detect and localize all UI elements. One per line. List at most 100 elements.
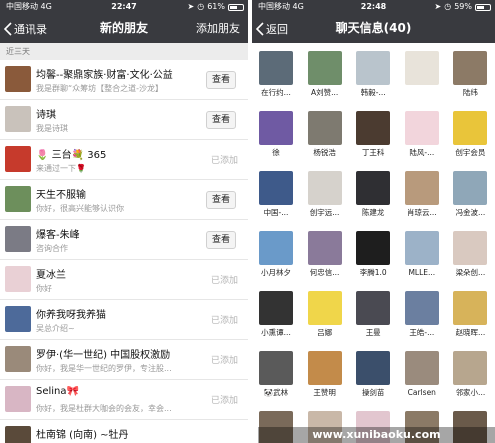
group-member[interactable]: 🐼武林 — [256, 351, 296, 397]
group-member[interactable]: 杨锐浩 — [305, 111, 345, 157]
back-label: 返回 — [266, 22, 288, 36]
member-avatar — [356, 291, 391, 325]
request-name: 夏冰兰 — [36, 270, 66, 281]
battery-indicator: ➤ ◷ 61% — [188, 0, 244, 14]
group-member[interactable]: 邻家小... — [450, 351, 490, 397]
request-name: 🌷 三台💐 365 — [36, 150, 107, 161]
view-button[interactable]: 查看 — [206, 71, 236, 89]
friend-request-row[interactable]: 诗琪 我是诗琪 查看 — [0, 100, 248, 140]
friend-request-row[interactable]: Selina🎀 你好，我是杜群大咖会的会友，幸会... 已添加 — [0, 380, 248, 420]
group-member[interactable]: 王赞明 — [305, 351, 345, 397]
member-name: 中国-... — [263, 208, 289, 217]
request-message: 你好 — [36, 284, 52, 293]
group-member[interactable]: Carlsen — [402, 351, 442, 397]
member-avatar — [404, 51, 439, 85]
request-message: 我是诗琪 — [36, 124, 68, 133]
group-member[interactable]: 陆风-... — [402, 111, 442, 157]
alarm-icon: ◷ — [444, 2, 452, 11]
member-name: 王皓-... — [409, 328, 435, 337]
member-name: A刘赞... — [310, 88, 339, 97]
nav-bar: 通讯录 新的朋友 添加朋友 — [0, 14, 248, 43]
member-name: 肖琼云... — [406, 208, 437, 217]
group-member[interactable]: A刘赞... — [305, 51, 345, 97]
request-name: 爆客-朱峰 — [36, 230, 80, 241]
friend-request-list: 均馨--聚鼎家族·财富·文化·公益 我是群聊“众筹坊【整合之道-沙龙】 查看 诗琪 我是… — [0, 60, 248, 443]
group-member[interactable]: 李腾1.0 — [353, 231, 393, 277]
group-member[interactable]: 陆纬 — [450, 51, 490, 97]
member-name: 王曼 — [365, 328, 381, 337]
member-name: 徐 — [272, 148, 280, 157]
member-name: 王赞明 — [313, 388, 336, 397]
friend-request-row[interactable]: 天生不服输 你好，很高兴能够认识你 查看 — [0, 180, 248, 220]
friend-request-row[interactable]: 爆客-朱峰咨询合作 查看 — [0, 220, 248, 260]
status-bar: 中国移动 4G 22:47 ➤ ◷ 61% — [0, 0, 248, 14]
view-button[interactable]: 查看 — [206, 111, 236, 129]
member-avatar — [453, 111, 488, 145]
back-button[interactable]: 通讯录 — [4, 14, 47, 43]
view-button[interactable]: 查看 — [206, 191, 236, 209]
back-label: 通讯录 — [14, 22, 47, 36]
view-button[interactable]: 查看 — [206, 231, 236, 249]
avatar — [5, 226, 31, 252]
group-member[interactable]: 陈建龙 — [353, 171, 393, 217]
request-message: 你好，我是杜群大咖会的会友，幸会... — [36, 404, 172, 413]
alarm-icon: ◷ — [197, 2, 205, 11]
friend-request-row[interactable]: 杜南锦 (向南) ~牡丹 — [0, 420, 248, 443]
group-member[interactable]: 丁王科 — [353, 111, 393, 157]
avatar — [5, 386, 31, 412]
section-header: 近三天 — [0, 43, 248, 60]
nav-bar: 返回 聊天信息(40) — [252, 14, 495, 43]
group-member[interactable]: 吕娜 — [305, 291, 345, 337]
friend-request-row[interactable]: 罗伊·(华一世纪) 中国股权激励 你好，我是华一世纪的罗伊，专注股... 已添加 — [0, 340, 248, 380]
member-avatar — [307, 291, 342, 325]
battery-indicator: ➤ ◷ 59% — [435, 0, 491, 14]
member-name: 赵晓晖... — [455, 328, 486, 337]
group-member[interactable]: 小熏谭... — [256, 291, 296, 337]
member-avatar — [404, 351, 439, 385]
group-member[interactable]: 创宇会员 — [450, 111, 490, 157]
group-member[interactable]: 赵晓晖... — [450, 291, 490, 337]
group-member[interactable]: 肖琼云... — [402, 171, 442, 217]
added-status: 已添加 — [210, 276, 238, 286]
group-member[interactable]: 徐 — [256, 111, 296, 157]
request-message: 咨询合作 — [36, 244, 68, 253]
request-name: 天生不服输 — [36, 190, 86, 201]
member-name: MLLE... — [408, 268, 436, 277]
group-member[interactable]: 在行约... — [256, 51, 296, 97]
request-name: 杜南锦 (向南) ~牡丹 — [36, 430, 129, 441]
added-status: 已添加 — [210, 316, 238, 326]
friend-request-row[interactable]: 均馨--聚鼎家族·财富·文化·公益 我是群聊“众筹坊【整合之道-沙龙】 查看 — [0, 60, 248, 100]
member-avatar — [356, 111, 391, 145]
group-member[interactable]: 王曼 — [353, 291, 393, 337]
group-member-grid: 在行约... A刘赞... 韩毅-... 陆纬徐 杨锐浩 丁王科 陆风-... 创宇会员中国-… — [252, 43, 495, 443]
friend-request-row[interactable]: 夏冰兰你好 已添加 — [0, 260, 248, 300]
group-member[interactable]: 中国-... — [256, 171, 296, 217]
member-name: 小熏谭... — [261, 328, 291, 337]
add-friend-button[interactable]: 添加朋友 — [196, 14, 240, 43]
group-member[interactable]: 操剑苗 — [353, 351, 393, 397]
member-avatar — [259, 351, 293, 385]
group-member[interactable] — [402, 51, 442, 88]
request-name: Selina🎀 — [36, 386, 79, 397]
group-member[interactable]: 小月林夕 — [256, 231, 296, 277]
group-member[interactable]: 创宇远... — [305, 171, 345, 217]
avatar — [5, 66, 31, 92]
request-message: 你好，我是华一世纪的罗伊，专注股... — [36, 364, 172, 373]
group-member[interactable]: 王皓-... — [402, 291, 442, 337]
friend-request-row[interactable]: 🌷 三台💐 365 来通过一下🌹 已添加 — [0, 140, 248, 180]
request-message: 我是群聊“众筹坊【整合之道-沙龙】 — [36, 84, 164, 93]
group-member[interactable]: MLLE... — [402, 231, 442, 277]
member-avatar — [453, 171, 488, 205]
request-message: 吴总介绍~ — [36, 324, 75, 333]
member-name: 🐼武林 — [263, 388, 289, 397]
group-member[interactable]: 何忠信... — [305, 231, 345, 277]
group-member[interactable]: 冯金波... — [450, 171, 490, 217]
member-name: 创宇远... — [309, 208, 340, 217]
added-status: 已添加 — [210, 156, 238, 166]
group-member[interactable]: 梁朵创... — [450, 231, 490, 277]
member-avatar — [404, 111, 439, 145]
friend-request-row[interactable]: 你养我呀我养猫 吴总介绍~ 已添加 — [0, 300, 248, 340]
group-member[interactable]: 韩毅-... — [353, 51, 393, 97]
back-button[interactable]: 返回 — [256, 14, 288, 43]
avatar — [5, 146, 31, 172]
